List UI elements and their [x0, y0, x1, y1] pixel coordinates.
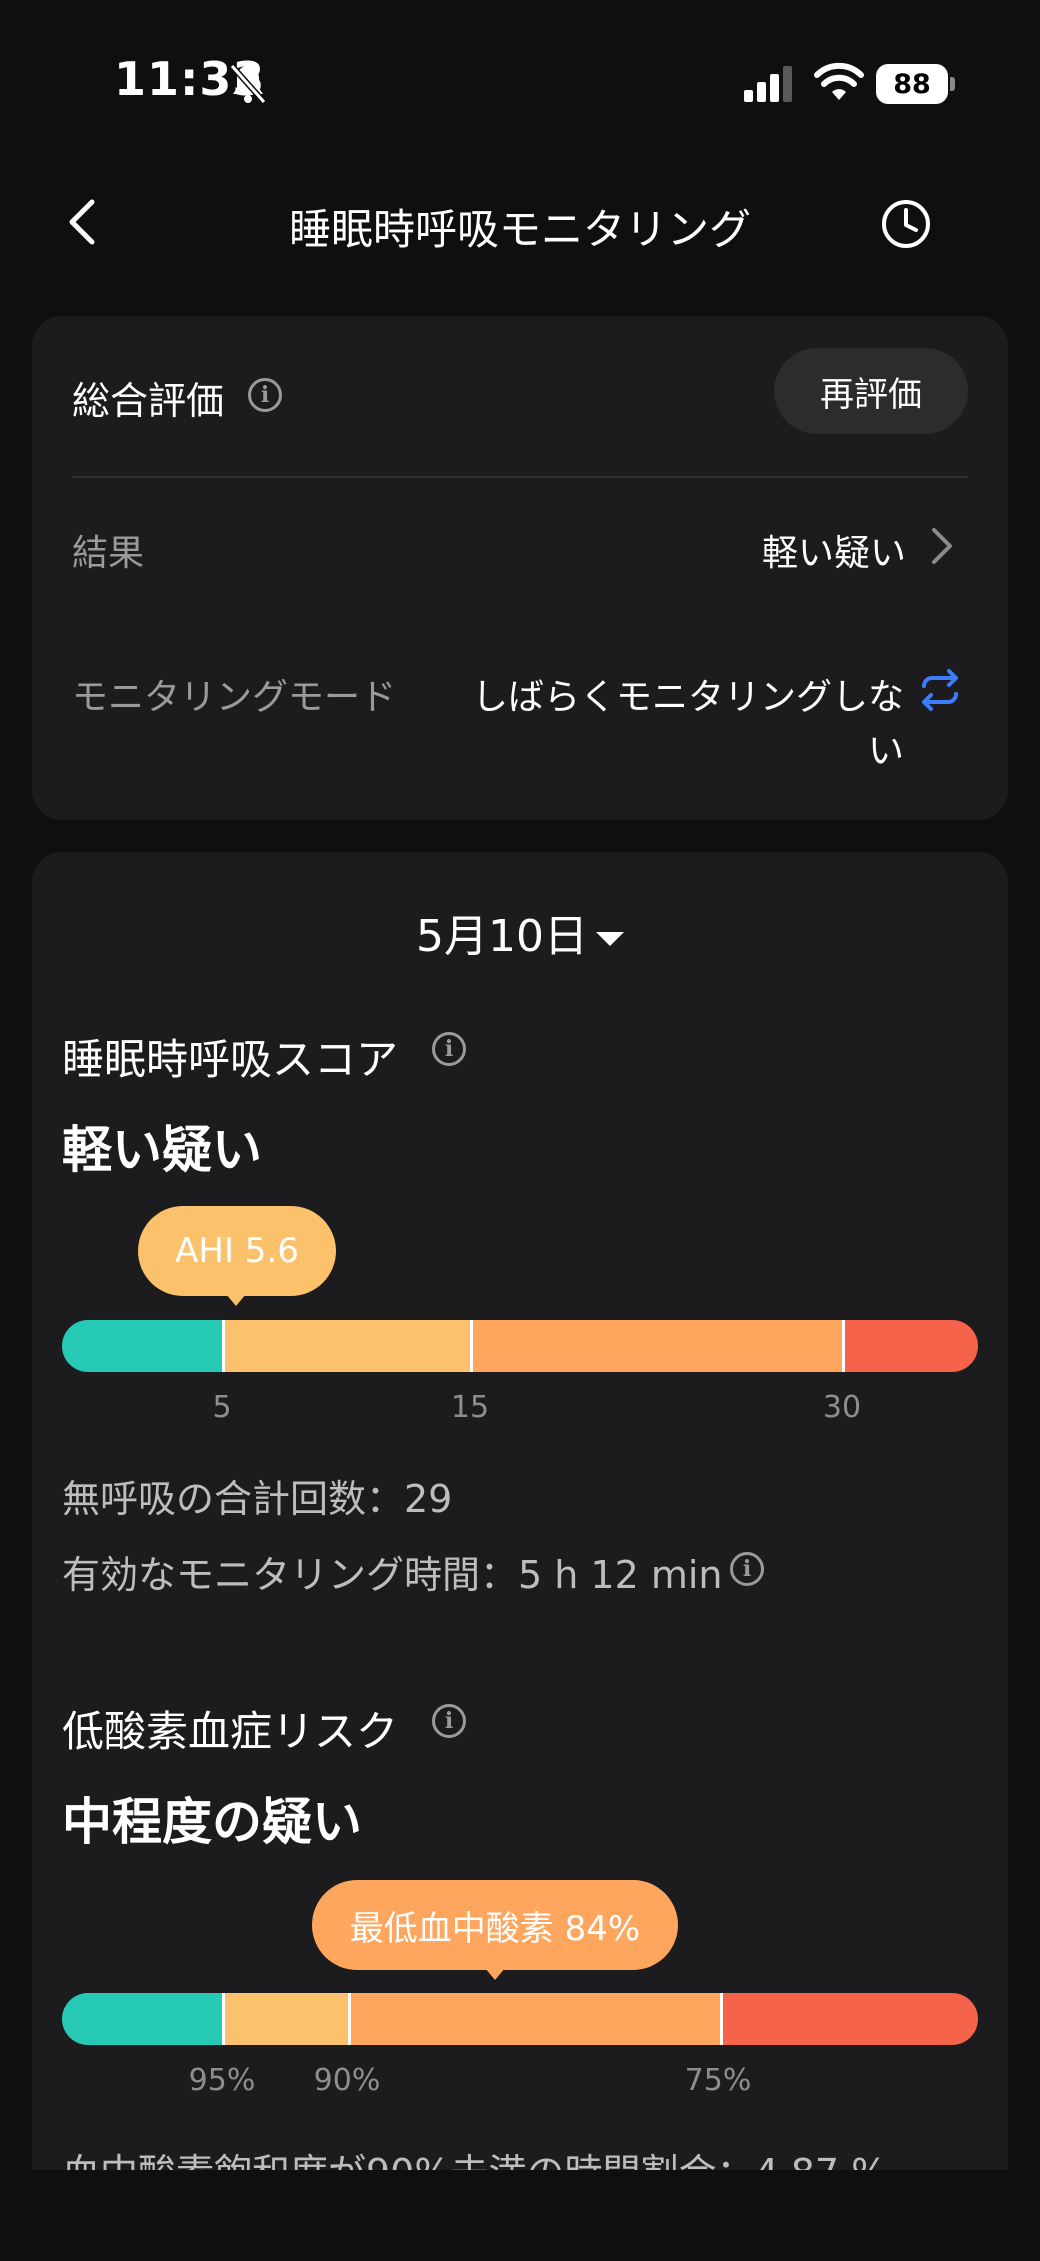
info-icon[interactable]: i	[432, 1704, 466, 1738]
bell-muted-icon	[229, 64, 267, 104]
info-icon[interactable]: i	[248, 378, 282, 412]
date-selector[interactable]: 5月10日	[0, 900, 1040, 964]
mode-label: モニタリングモード	[72, 677, 397, 718]
ahi-pointer	[226, 1294, 246, 1306]
ahi-tick: 5	[212, 1390, 232, 1425]
wifi-icon	[814, 62, 864, 100]
mode-value-line2[interactable]: い	[868, 722, 904, 774]
battery-tip	[950, 77, 955, 91]
divider	[72, 476, 968, 478]
caret-down-icon[interactable]	[595, 932, 624, 946]
switch-mode-icon[interactable]	[918, 668, 962, 712]
breathing-score-title: 睡眠時呼吸スコア	[62, 1035, 399, 1084]
ahi-tick: 15	[450, 1390, 490, 1425]
valid-monitoring-time: 有効なモニタリング時間：5 h 12 min	[62, 1553, 723, 1597]
min-spo2-pointer	[485, 1968, 505, 1980]
ahi-segment-moderate	[470, 1320, 842, 1372]
min-spo2-bubble: 最低血中酸素 84%	[312, 1880, 678, 1970]
spo2-segment-moderate	[348, 1993, 720, 2045]
spo2-segment-normal	[62, 1993, 222, 2045]
apnea-count: 無呼吸の合計回数：29	[62, 1477, 453, 1521]
ahi-segment-severe	[842, 1320, 978, 1372]
reevaluate-button[interactable]: 再評価	[774, 348, 968, 434]
spo2-segment-mild	[222, 1993, 348, 2045]
result-label: 結果	[72, 533, 145, 574]
ahi-tick: 30	[822, 1390, 862, 1425]
spo2-segment-severe	[720, 1993, 978, 2045]
bottom-mask	[0, 2170, 1040, 2261]
history-clock-icon[interactable]	[880, 198, 932, 250]
date-label[interactable]: 5月10日	[416, 911, 588, 962]
hypoxemia-level: 中程度の疑い	[62, 1793, 362, 1851]
result-value[interactable]: 軽い疑い	[762, 524, 906, 576]
breathing-level: 軽い疑い	[62, 1121, 262, 1179]
chevron-right-icon[interactable]	[928, 524, 956, 568]
ahi-segment-mild	[222, 1320, 470, 1372]
cellular-signal-icon	[744, 66, 792, 102]
info-icon[interactable]: i	[730, 1552, 764, 1586]
spo2-tick: 95%	[188, 2063, 256, 2098]
hypoxemia-risk-title: 低酸素血症リスク	[62, 1707, 399, 1756]
overall-title: 総合評価	[72, 379, 225, 423]
spo2-scale-bar	[62, 1993, 978, 2045]
spo2-tick: 90%	[313, 2063, 381, 2098]
info-icon[interactable]: i	[432, 1032, 466, 1066]
ahi-segment-normal	[62, 1320, 222, 1372]
mode-value-line1[interactable]: しばらくモニタリングしな	[472, 668, 904, 720]
ahi-bubble: AHI 5.6	[138, 1206, 336, 1296]
battery-indicator: 88	[876, 64, 948, 104]
spo2-tick: 75%	[684, 2063, 752, 2098]
ahi-scale-bar	[62, 1320, 978, 1372]
